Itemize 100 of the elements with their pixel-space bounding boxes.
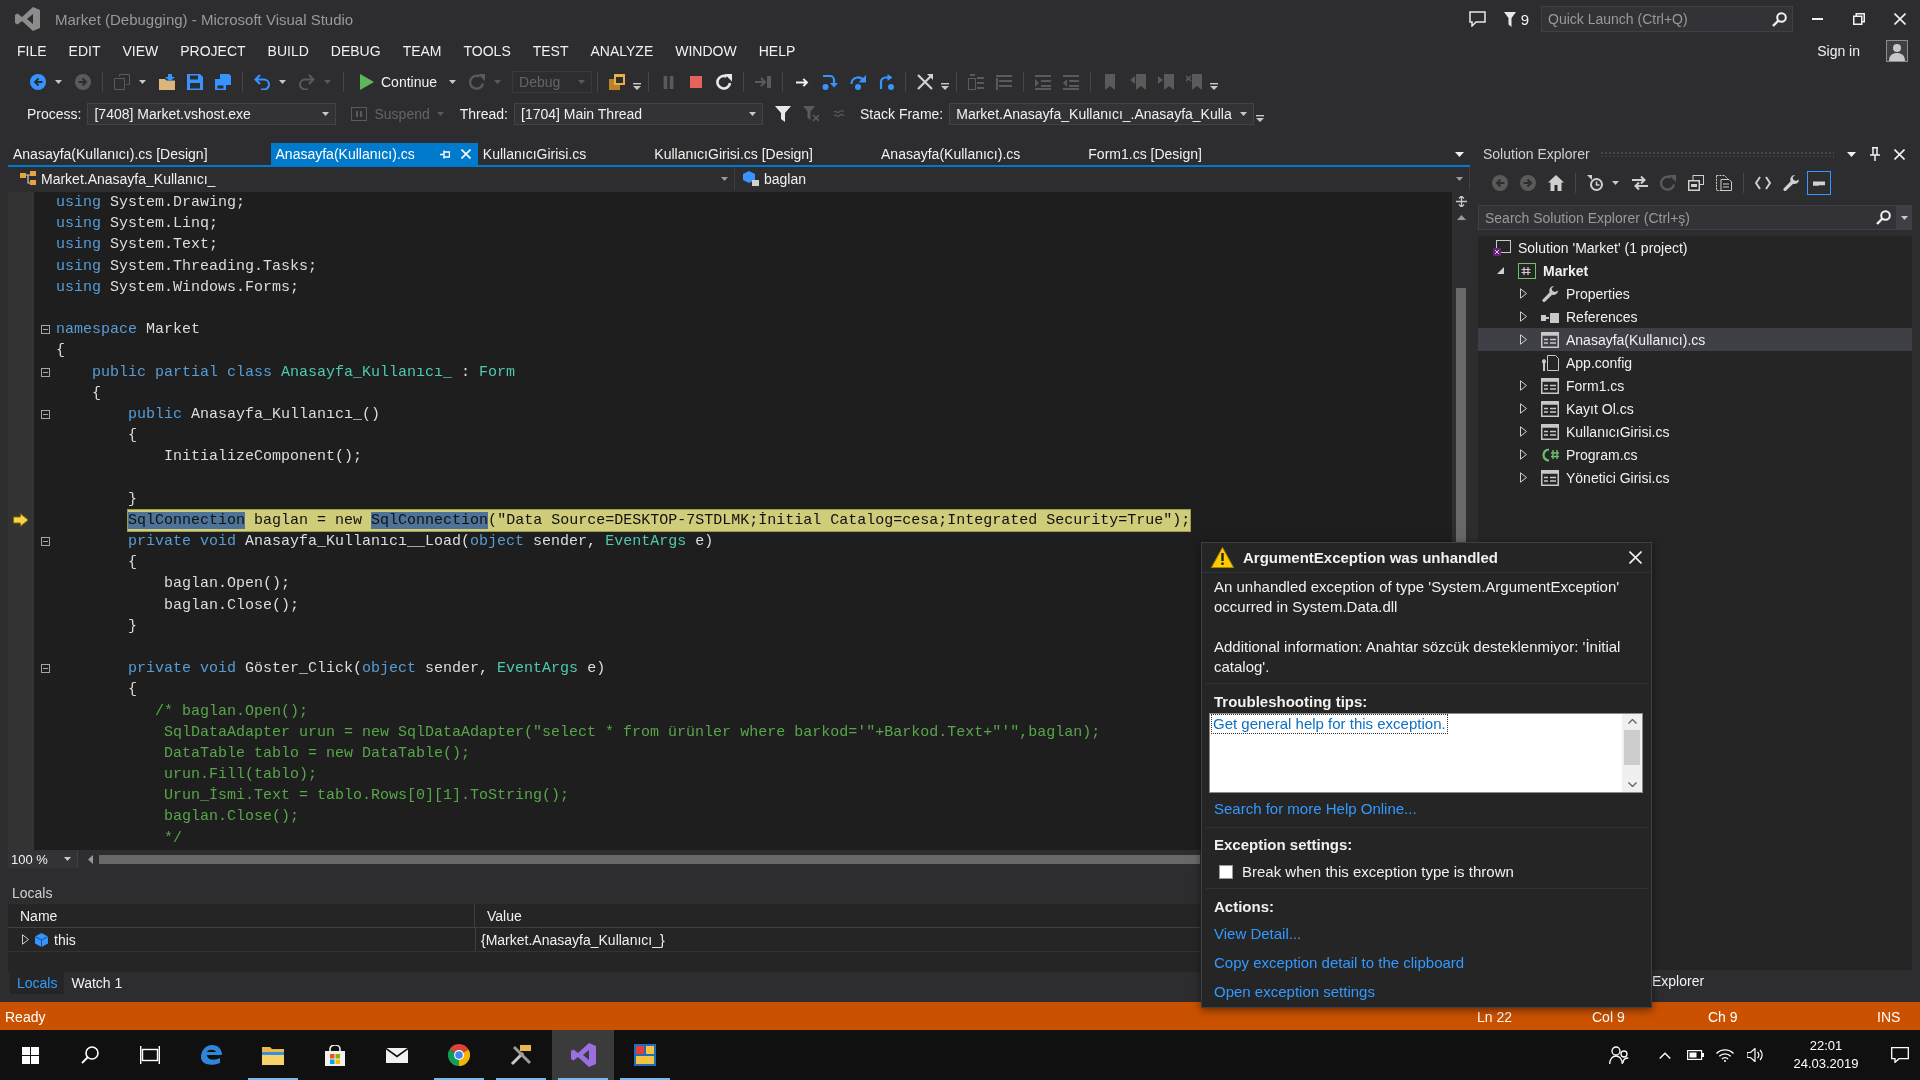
menu-item[interactable]: TEAM xyxy=(391,40,453,62)
document-tab[interactable]: Anasayfa(Kullanıcı).cs xyxy=(270,143,478,165)
document-tab[interactable]: Anasayfa(Kullanıcı).cs [Design] xyxy=(8,143,271,165)
scroll-up-icon xyxy=(1627,719,1637,724)
document-tab[interactable]: KullanıcıGirisi.cs xyxy=(477,143,650,165)
pin-button[interactable] xyxy=(1868,146,1882,162)
process-dropdown[interactable]: [7408] Market.vshost.exe xyxy=(87,103,337,125)
lines-box-icon xyxy=(968,74,985,90)
pause-window-icon xyxy=(351,107,368,121)
menu-item[interactable]: VIEW xyxy=(111,40,170,62)
overflow-icon xyxy=(633,83,642,90)
menu-item[interactable]: TOOLS xyxy=(452,40,522,62)
tree-item[interactable]: References xyxy=(1478,305,1912,328)
column-header[interactable]: Value xyxy=(475,904,1200,928)
character-indicator: Ch 9 xyxy=(1708,1009,1738,1025)
close-icon xyxy=(1628,551,1642,564)
wrench-icon xyxy=(1542,285,1558,302)
tree-item[interactable]: Form1.cs xyxy=(1478,374,1912,397)
table-row[interactable]: this {Market.Anasayfa_Kullanıcı_} xyxy=(8,928,1200,952)
logo-icon xyxy=(570,1043,596,1067)
clock-button[interactable]: 22:01 24.03.2019 xyxy=(1784,1037,1868,1073)
checkbox[interactable] xyxy=(1219,865,1233,879)
documents-icon xyxy=(1716,175,1732,191)
notifications-button[interactable]: 9 xyxy=(1503,10,1529,28)
menu-item[interactable]: FILE xyxy=(6,40,58,62)
lines-stack-icon xyxy=(996,74,1013,90)
continue-button[interactable]: Continue xyxy=(351,70,445,94)
menu-item[interactable]: TEST xyxy=(521,40,580,62)
caret-icon xyxy=(322,112,330,116)
tree-item[interactable]: Solution 'Market' (1 project) xyxy=(1478,236,1912,259)
swap-arrows-icon xyxy=(1632,175,1648,191)
windows-logo-icon xyxy=(21,1046,39,1064)
menu-item[interactable]: BUILD xyxy=(256,40,320,62)
panel-tab[interactable]: Watch 1 xyxy=(64,972,130,994)
floppy-disks-icon xyxy=(215,74,231,90)
tree-item[interactable]: Properties xyxy=(1478,282,1912,305)
code-line: InitializeComponent(); xyxy=(164,447,363,468)
caret-icon xyxy=(749,112,756,116)
thread-dropdown[interactable]: [1704] Main Thread xyxy=(514,103,763,125)
circular-arrow-icon xyxy=(469,74,486,90)
search-button[interactable] xyxy=(1870,205,1896,230)
menu-item[interactable]: DEBUG xyxy=(319,40,392,62)
bookmark-cross-icon xyxy=(1186,74,1203,90)
caret-icon xyxy=(1454,151,1464,157)
type-dropdown[interactable]: Market.Anasayfa_Kullanıcı_ xyxy=(8,167,735,190)
tree-item[interactable]: Market xyxy=(1478,259,1912,282)
redo-arrow-icon xyxy=(299,74,315,90)
scrollbar-thumb[interactable] xyxy=(1624,730,1640,765)
tree-item[interactable]: Kayıt Ol.cs xyxy=(1478,397,1912,420)
caret-icon xyxy=(55,80,62,84)
panel-tab[interactable]: Explorer xyxy=(1652,970,1705,992)
menu-item[interactable]: EDIT xyxy=(57,40,112,62)
tree-item[interactable]: KullanıcıGirisi.cs xyxy=(1478,420,1912,443)
document-tab[interactable]: Anasayfa(Kullanıcı).cs xyxy=(876,143,1084,165)
code-line: baglan.Open(); xyxy=(164,574,291,595)
search-options-button[interactable] xyxy=(1896,205,1912,230)
section-heading: Troubleshooting tips: xyxy=(1214,692,1369,712)
tree-item[interactable]: App.config xyxy=(1478,351,1912,374)
solution-icon xyxy=(1493,239,1511,256)
insert-mode-indicator: INS xyxy=(1877,1009,1901,1025)
zoom-dropdown[interactable]: 100 % xyxy=(8,850,78,868)
menu-item[interactable]: PROJECT xyxy=(169,40,257,62)
document-tab[interactable]: KullanıcıGirisi.cs [Design] xyxy=(649,143,876,165)
close-button[interactable] xyxy=(1627,549,1643,566)
member-dropdown[interactable]: baglan xyxy=(735,167,1470,190)
action-link[interactable]: Open exception settings xyxy=(1214,982,1375,1002)
column-header[interactable]: Name xyxy=(8,904,475,928)
action-link[interactable]: View Detail... xyxy=(1214,924,1302,944)
help-online-link[interactable]: Search for more Help Online... xyxy=(1214,799,1417,819)
action-link[interactable]: Copy exception detail to the clipboard xyxy=(1214,953,1465,973)
vertical-scrollbar[interactable] xyxy=(1622,714,1642,792)
code-line: } xyxy=(128,616,138,637)
help-link[interactable]: Get general help for this exception. xyxy=(1212,715,1447,733)
close-icon xyxy=(460,149,471,159)
window-title: Market (Debugging) - Microsoft Visual Studio xyxy=(55,10,354,28)
undo-arrow-icon xyxy=(254,74,270,90)
scrollbar-thumb[interactable] xyxy=(1456,288,1466,545)
sign-in-link[interactable]: Sign in xyxy=(1817,40,1860,62)
code-line: public Anasayfa_Kullanıcı_() xyxy=(128,404,381,425)
tree-item[interactable]: Program.cs xyxy=(1478,443,1912,466)
scrollbar-thumb[interactable] xyxy=(99,854,1200,864)
tree-item[interactable]: Yönetici Girisi.cs xyxy=(1478,466,1912,489)
preview-button[interactable] xyxy=(1807,171,1831,195)
menu-item[interactable]: WINDOW xyxy=(664,40,748,62)
cube-lock-icon xyxy=(743,171,759,186)
e-browser-icon xyxy=(200,1044,222,1066)
document-tab[interactable]: Form1.cs [Design] xyxy=(1083,143,1265,165)
status-message: Ready xyxy=(5,1009,46,1025)
code-line: Urun_İsmi.Text = tablo.Rows[0][1].ToString(); xyxy=(164,786,570,807)
search-field[interactable]: Search Solution Explorer (Ctrl+ş) xyxy=(1478,205,1870,230)
speaker-icon xyxy=(1747,1048,1763,1062)
menu-item[interactable]: ANALYZE xyxy=(579,40,665,62)
step-into-icon xyxy=(822,74,839,90)
stack-frame-dropdown[interactable]: Market.Anasayfa_Kullanıcı_.Anasayfa_Kulla xyxy=(949,103,1254,125)
menu-item[interactable]: HELP xyxy=(747,40,807,62)
code-line: SqlDataAdapter urun = new SqlDataAdapter("select * from ürünler where barkod='"+Barkod.Text+"'",baglan); xyxy=(164,722,1101,743)
window-tiles-icon xyxy=(634,1044,656,1066)
tree-item[interactable]: Anasayfa(Kullanıcı).cs xyxy=(1478,328,1912,351)
close-button[interactable] xyxy=(1892,146,1906,162)
panel-tab[interactable]: Locals xyxy=(10,972,65,994)
